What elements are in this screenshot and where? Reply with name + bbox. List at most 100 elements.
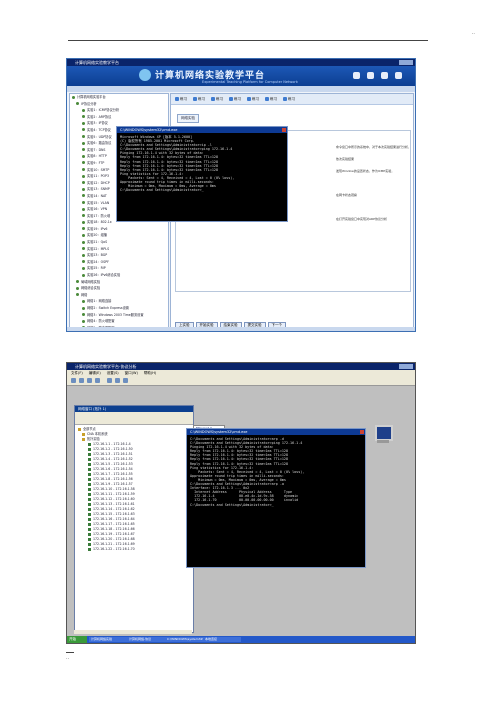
cmd-window-ping[interactable]: C:\WINDOWS\system32\cmd.exe Microsoft Wi… [116,126,288,222]
tree-item-label: 实验1：ICMP协议分析 [87,108,120,113]
tree-item[interactable]: 计算机网络实验平台 [70,94,168,101]
tree-item-label: 实验22：MPLS [87,246,110,251]
tree-node[interactable]: 172.16.1.22 - 172.16.1.70 [78,547,190,552]
tree-item-label: 实验10：SMTP [87,167,110,172]
menu-item[interactable]: 设置(S) [107,371,119,375]
computer-icon [375,425,393,441]
logo-icon [139,69,151,81]
host-icon [88,497,91,501]
filter-icon[interactable] [115,378,120,383]
cmd-title-2: C:\WINDOWS\system32\cmd.exe [190,430,248,434]
node-icon [82,161,85,165]
tree-item-label: 实验6：路由协议 [87,141,112,146]
exercise-button[interactable]: 练习 [265,97,277,102]
tree-item[interactable]: 实验19：IPv6 [70,226,168,233]
taskbar-item[interactable]: 计算机网络-协议 [127,637,165,642]
tree-node-label: 172.16.1.11 - 172.16.1.59 [93,492,135,496]
tree-item-label: 局域网络实验 [81,279,101,284]
menu-item[interactable]: 窗口(W) [125,371,138,375]
header-mark: .. [471,30,475,36]
tree-node-label: 172.16.1.19 - 172.16.1.67 [93,532,135,536]
node-icon [82,214,85,218]
menu-item[interactable]: 编辑(E) [89,371,101,375]
window-title-bar-2: 计算机网络实验教学平台-协议分析 [67,363,415,370]
exercise-button[interactable]: 练习 [193,97,205,102]
exercise-button[interactable]: 练习 [175,97,187,102]
tree-item[interactable]: 实验23：BGP [70,252,168,259]
node-icon [76,102,79,106]
taskbar-item[interactable]: C:\WINDOWS\system32\cmd.exe [165,637,203,642]
node-icon [82,253,85,257]
node-icon [82,121,85,125]
help-icon[interactable] [381,72,388,79]
tree-item[interactable]: 实验21：QoS [70,239,168,246]
close-icon[interactable] [282,128,286,132]
tree-item-label: IP协议分析 [81,101,97,106]
node-icon [82,260,85,264]
exercise-button[interactable]: 练习 [247,97,259,102]
tree-item[interactable]: 实验1：ICMP协议分析 [70,107,168,114]
tree-node-label: 172.16.1.4 - 172.16.1.52 [93,457,133,461]
tree-item[interactable]: 网络3：Windows 2003 Time服务设置 [70,312,168,319]
settings-icon[interactable] [367,72,374,79]
host-icon [78,427,81,431]
tree-item[interactable]: 网络6：交换机配置 [70,331,168,332]
menu-item[interactable]: 文件(F) [71,371,83,375]
tree-item[interactable]: 网络1：网络连接 [70,298,168,305]
cmd-output-2: C:\Documents and Settings\Administrator>… [187,435,365,509]
host-icon [88,472,91,476]
cmd-window-arp[interactable]: C:\WINDOWS\system32\cmd.exe C:\Documents… [186,428,366,568]
node-icon [82,273,85,277]
forward-icon[interactable] [79,378,84,383]
tree-item[interactable]: 实验20：组播 [70,232,168,239]
window-controls-2[interactable] [399,364,413,369]
window-controls[interactable] [399,60,413,65]
exercise-button[interactable]: 练习 [229,97,241,102]
back-icon[interactable] [71,378,76,383]
host-icon [88,537,91,541]
host-icon [88,502,91,506]
host-icon [82,432,85,436]
tree-item[interactable]: 实验2：ARP协议 [70,114,168,121]
tree-item[interactable]: 网络 [70,292,168,299]
tree-item-label: 实验15：VLAN [87,200,110,205]
host-icon [88,507,91,511]
tree-node-label: 172.16.1.20 - 172.16.1.68 [93,537,135,541]
exercise-icon [247,97,251,101]
node-icon [76,293,79,297]
tree-item[interactable]: 实验22：MPLS [70,246,168,253]
tree-item[interactable]: 实验24：OSPF [70,259,168,266]
taskbar-item[interactable]: 本地连接 [203,637,241,642]
node-icon [82,233,85,237]
tree-item-label: 网络综合实验 [81,286,101,291]
start-button[interactable]: 开始 [67,636,87,643]
menu-item[interactable]: 帮助(H) [144,371,156,375]
exit-icon[interactable] [395,72,402,79]
node-icon [82,319,85,323]
host-icon [88,532,91,536]
tree-item[interactable]: 局域网络实验 [70,279,168,286]
subtab-network-lab[interactable]: 网络实验 [177,114,199,123]
console-line: C:\Documents and Settings\Administrator>… [120,188,204,193]
tree-item[interactable]: IP协议分析 [70,101,168,108]
save-icon[interactable] [123,378,128,383]
home-icon[interactable] [353,72,360,79]
stop-icon[interactable] [87,378,92,383]
refresh-icon[interactable] [95,378,100,383]
host-icon [88,452,91,456]
close-icon[interactable] [360,430,364,434]
footer-rule [66,652,74,653]
tree-item[interactable]: 实验26：IPv6综合实验 [70,272,168,279]
exercise-button[interactable]: 练习 [211,97,223,102]
tree-node-label: 172.16.1.14 - 172.16.1.62 [93,507,135,511]
tree-item[interactable]: 实验25：RIP [70,265,168,272]
tree-item[interactable]: 网络4：防火墙配置 [70,318,168,325]
tree-item[interactable]: 网络综合实验 [70,285,168,292]
exercise-icon [283,97,287,101]
computer-base [377,440,389,443]
exercise-button[interactable]: 练习 [283,97,295,102]
tree-item[interactable]: 网络2：Switch Express设置 [70,305,168,312]
node-icon [82,108,85,112]
taskbar-item[interactable]: 计算机网络实验 [89,637,127,642]
capture-icon[interactable] [107,378,112,383]
